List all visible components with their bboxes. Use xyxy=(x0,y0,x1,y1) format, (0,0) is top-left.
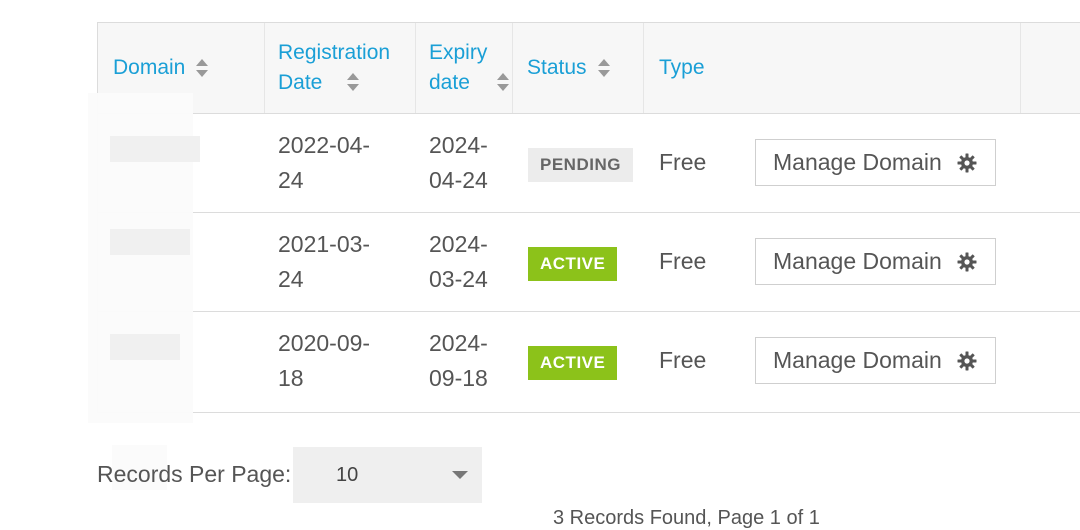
sort-icon[interactable] xyxy=(195,58,209,78)
status-badge: ACTIVE xyxy=(528,247,618,281)
column-header-expiry-date[interactable]: Expiry date xyxy=(429,23,509,113)
table-row: 23.tk 2021-03-24 2024-03-24 ACTIVE Free … xyxy=(98,213,1080,312)
manage-domain-button[interactable]: Manage Domain xyxy=(755,337,996,384)
column-divider xyxy=(264,23,265,113)
gear-icon xyxy=(957,351,977,371)
expiry-date: 2024-09-18 xyxy=(429,330,488,391)
registration-date: 2021-03-24 xyxy=(278,231,371,292)
redaction-blur xyxy=(110,229,190,255)
column-header-type: Type xyxy=(659,56,705,79)
domain-type: Free xyxy=(659,347,707,373)
column-header-registration-date[interactable]: Registration Date xyxy=(278,23,413,113)
domain-type: Free xyxy=(659,149,707,175)
column-divider xyxy=(643,23,644,113)
table-header: Domain Registration Date Expiry date Sta… xyxy=(98,23,1080,114)
registration-date: 2022-04-24 xyxy=(278,132,371,193)
table-row: s wz.tk 2022-04-24 2024-04-24 PENDING Fr… xyxy=(98,114,1080,213)
status-badge: ACTIVE xyxy=(528,346,618,380)
sort-icon[interactable] xyxy=(346,72,360,92)
registration-date: 2020-09-18 xyxy=(278,330,371,391)
redaction-blur xyxy=(110,136,200,162)
gear-icon xyxy=(957,252,977,272)
manage-domain-button[interactable]: Manage Domain xyxy=(755,139,996,186)
gear-icon xyxy=(957,153,977,173)
expiry-date: 2024-03-24 xyxy=(429,231,488,292)
sort-icon[interactable] xyxy=(496,72,510,92)
chevron-down-icon xyxy=(452,471,468,479)
status-badge: PENDING xyxy=(528,148,633,182)
sort-icon[interactable] xyxy=(597,58,611,78)
column-divider xyxy=(415,23,416,113)
domains-table: Domain Registration Date Expiry date Sta… xyxy=(97,22,1080,413)
expiry-date: 2024-04-24 xyxy=(429,132,488,193)
column-header-status[interactable]: Status xyxy=(527,23,637,113)
domain-type: Free xyxy=(659,248,707,274)
records-per-page-select[interactable]: 10 xyxy=(293,447,482,503)
column-divider xyxy=(512,23,513,113)
records-summary: 3 Records Found, Page 1 of 1 xyxy=(553,507,820,529)
manage-domain-button[interactable]: Manage Domain xyxy=(755,238,996,285)
table-row: v2.tk 2020-09-18 2024-09-18 ACTIVE Free … xyxy=(98,312,1080,410)
column-divider xyxy=(1020,23,1021,113)
records-per-page-label: Records Per Page: xyxy=(97,461,292,487)
redaction-blur xyxy=(110,334,180,360)
